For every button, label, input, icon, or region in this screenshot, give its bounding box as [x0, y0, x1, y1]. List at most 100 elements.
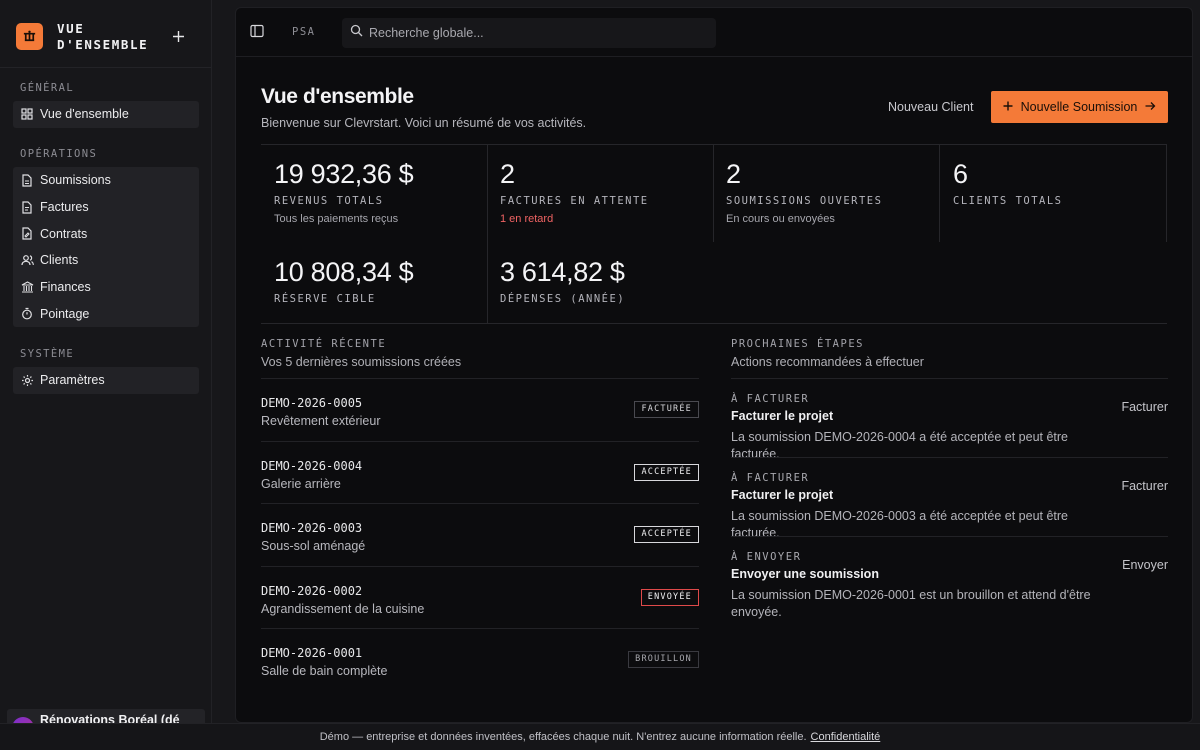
- divider: [713, 144, 714, 242]
- activity-heading: ACTIVITÉ RÉCENTE: [261, 338, 387, 350]
- divider: [939, 144, 940, 242]
- sidebar-item-label: Factures: [40, 200, 89, 215]
- stats-grid: 19 932,36 $ REVENUS TOTALS Tous les paie…: [261, 144, 1167, 324]
- sidebar-item-finances[interactable]: Finances: [13, 274, 199, 301]
- section-label-operations: OPÉRATIONS: [20, 148, 98, 160]
- arrow-right-icon: [1145, 100, 1156, 114]
- document-icon: [20, 173, 34, 187]
- step-tag: À ENVOYER: [731, 551, 802, 563]
- sidebar-divider: [0, 67, 211, 68]
- sidebar-item-label: Finances: [40, 280, 91, 295]
- step-title: Envoyer une soumission: [731, 567, 879, 581]
- invoice-button[interactable]: Facturer: [1121, 479, 1168, 493]
- bank-icon: [20, 280, 34, 294]
- sidebar-item-label: Contrats: [40, 226, 88, 241]
- contract-icon: [20, 227, 34, 241]
- next-steps-list: À FACTURER Facturer le projet La soumiss…: [731, 378, 1168, 619]
- stat-note: 1 en retard: [500, 213, 554, 225]
- list-item[interactable]: DEMO-2026-0001 Salle de bain complète BR…: [261, 628, 699, 691]
- list-item[interactable]: DEMO-2026-0005 Revêtement extérieur FACT…: [261, 378, 699, 441]
- step-tag: À FACTURER: [731, 393, 810, 405]
- stat-target-reserve: 10 808,34 $ RÉSERVE CIBLE: [274, 257, 414, 305]
- footer-text: Démo — entreprise et données inventées, …: [319, 731, 807, 743]
- activity-subtitle: Vos 5 dernières soumissions créées: [261, 355, 462, 369]
- quote-id: DEMO-2026-0005: [261, 396, 363, 410]
- demo-footer: Démo — entreprise et données inventées, …: [0, 723, 1200, 750]
- gear-icon: [20, 373, 34, 387]
- sidebar-item-timesheet[interactable]: Pointage: [13, 300, 199, 327]
- quote-name: Revêtement extérieur: [261, 414, 381, 428]
- status-badge: ACCEPTÉE: [634, 463, 699, 481]
- list-item[interactable]: DEMO-2026-0003 Sous-sol aménagé ACCEPTÉE: [261, 503, 699, 566]
- stat-note: Tous les paiements reçus: [274, 213, 399, 225]
- plus-icon[interactable]: [168, 26, 188, 46]
- sidebar-item-label: Vue d'ensemble: [40, 107, 129, 122]
- status-badge: ACCEPTÉE: [634, 526, 699, 543]
- sidebar-item-quotes[interactable]: Soumissions: [13, 167, 199, 194]
- activity-list: DEMO-2026-0005 Revêtement extérieur FACT…: [261, 378, 699, 691]
- stat-pending-invoices: 2 FACTURES EN ATTENTE 1 en retard: [500, 159, 649, 225]
- sidebar-item-contracts[interactable]: Contrats: [13, 220, 199, 247]
- section-label-general: GÉNÉRAL: [20, 82, 75, 94]
- page-title: Vue d'ensemble: [261, 85, 414, 108]
- sidebar-item-invoices[interactable]: Factures: [13, 194, 199, 221]
- stat-value: 3 614,82 $: [500, 257, 625, 287]
- send-button[interactable]: Envoyer: [1122, 558, 1168, 572]
- divider: [261, 323, 1167, 324]
- divider: [261, 144, 1167, 145]
- quote-id: DEMO-2026-0001: [261, 646, 363, 660]
- divider: [487, 144, 488, 324]
- sidebar-item-label: Soumissions: [40, 173, 111, 188]
- step-tag: À FACTURER: [731, 472, 810, 484]
- stat-value: 19 932,36 $: [274, 159, 414, 189]
- stat-label: DÉPENSES (ANNÉE): [500, 293, 626, 305]
- status-badge: BROUILLON: [628, 651, 699, 668]
- sidebar-item-label: Clients: [40, 253, 79, 268]
- list-item[interactable]: DEMO-2026-0004 Galerie arrière ACCEPTÉE: [261, 440, 699, 504]
- next-steps-subtitle: Actions recommandées à effectuer: [731, 355, 924, 369]
- new-quote-label: Nouvelle Soumission: [1020, 100, 1138, 114]
- search-input[interactable]: [369, 26, 699, 40]
- step-title: Facturer le projet: [731, 409, 834, 423]
- sidebar-item-overview[interactable]: Vue d'ensemble: [13, 101, 199, 128]
- step-description: La soumission DEMO-2026-0001 est un brou…: [731, 588, 1091, 619]
- new-client-button[interactable]: Nouveau Client: [888, 100, 973, 114]
- sidebar-item-settings[interactable]: Paramètres: [13, 367, 199, 394]
- status-badge: FACTURÉE: [634, 401, 699, 418]
- stat-value: 6: [953, 159, 968, 189]
- sidebar-item-label: Paramètres: [40, 373, 105, 388]
- stat-expenses-year: 3 614,82 $ DÉPENSES (ANNÉE): [500, 257, 625, 305]
- list-item[interactable]: DEMO-2026-0002 Agrandissement de la cuis…: [261, 565, 699, 629]
- quote-id: DEMO-2026-0003: [261, 521, 363, 535]
- stat-value: 2: [726, 159, 741, 189]
- stat-total-clients: 6 CLIENTS TOTALS: [953, 159, 1063, 207]
- new-quote-button[interactable]: Nouvelle Soumission: [991, 91, 1168, 123]
- stat-open-quotes: 2 SOUMISSIONS OUVERTES En cours ou envoy…: [726, 159, 882, 225]
- sidebar-item-label: Pointage: [40, 306, 90, 321]
- search-box[interactable]: [342, 18, 716, 48]
- logo-mark-icon[interactable]: [16, 23, 43, 50]
- stat-label: RÉSERVE CIBLE: [274, 293, 376, 305]
- brand-title: VUE D'ENSEMBLE: [57, 21, 149, 52]
- stat-label: SOUMISSIONS OUVERTES: [726, 195, 883, 207]
- main-panel: PSA Vue d'ensemble Bienvenue sur Clevrst…: [235, 7, 1193, 723]
- list-item: À ENVOYER Envoyer une soumission La soum…: [731, 536, 1168, 619]
- stat-note: En cours ou envoyées: [726, 213, 835, 225]
- quote-id: DEMO-2026-0002: [261, 583, 363, 598]
- quote-name: Sous-sol aménagé: [261, 539, 366, 553]
- breadcrumb[interactable]: PSA: [292, 26, 315, 38]
- brand: VUE D'ENSEMBLE: [16, 18, 196, 58]
- stat-label: CLIENTS TOTALS: [953, 195, 1063, 207]
- list-item: À FACTURER Facturer le projet La soumiss…: [731, 378, 1168, 461]
- grid-icon: [20, 107, 34, 121]
- sidebar-toggle-icon[interactable]: [250, 24, 266, 40]
- invoice-button[interactable]: Facturer: [1121, 400, 1168, 414]
- privacy-link[interactable]: Confidentialité: [811, 731, 881, 743]
- sidebar-item-clients[interactable]: Clients: [13, 247, 199, 274]
- stat-value: 2: [500, 159, 515, 189]
- quote-name: Agrandissement de la cuisine: [261, 601, 425, 616]
- plus-icon: [1003, 100, 1013, 114]
- page-subtitle: Bienvenue sur Clevrstart. Voici un résum…: [261, 116, 587, 130]
- list-item: À FACTURER Facturer le projet La soumiss…: [731, 457, 1168, 540]
- nav-group-operations: Soumissions Factures Contrats Clients Fi…: [13, 167, 199, 328]
